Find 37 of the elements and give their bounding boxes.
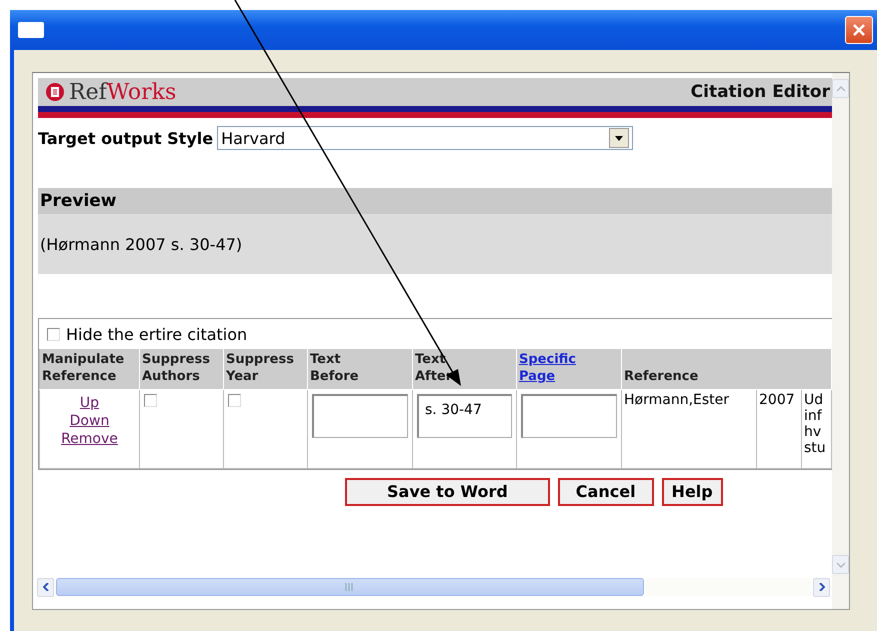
hide-checkbox[interactable] [47,328,60,341]
logo-text: RefWorks [69,80,176,104]
scroll-left-icon[interactable] [37,578,54,596]
reference-year: 2007 [759,392,796,408]
reference-author: Hørmann,Ester [624,392,730,408]
text-before-field[interactable] [312,394,408,438]
column-header: Reference [622,348,832,390]
column-header: Suppress Year [224,348,308,390]
close-button[interactable] [845,16,873,44]
logo-icon [46,83,64,101]
style-select[interactable]: Harvard [217,126,634,150]
action-link[interactable]: Up [44,394,135,412]
action-button[interactable]: Help [662,478,723,506]
reference-title: stu [804,440,827,456]
text-after-field[interactable]: s. 30-47 [417,394,512,438]
action-button[interactable]: Save to Word [345,478,550,506]
reference-title: Ud [804,392,824,408]
preview-heading: Preview [38,188,832,214]
preview-text: (Hørmann 2007 s. 30-47) [40,234,242,254]
suppress-year-checkbox[interactable] [228,394,241,407]
column-header: Suppress Authors [140,348,224,390]
style-label: Target output Style [38,128,214,148]
scroll-thumb[interactable] [56,578,644,596]
scroll-right-icon[interactable] [813,578,830,596]
window-icon [18,22,44,38]
hide-label: Hide the ertire citation [66,325,248,344]
close-icon [851,22,867,38]
page-title: Citation Editor [690,82,830,102]
column-header: Manipulate Reference [40,348,140,390]
action-link[interactable]: Remove [44,430,135,448]
suppress-authors-checkbox[interactable] [144,394,157,407]
reference-title: hv [804,424,822,440]
action-link[interactable]: Down [44,412,135,430]
page-field[interactable] [521,394,617,438]
column-header: Text Before [308,348,412,390]
reference-title: inf [804,408,823,424]
action-button[interactable]: Cancel [558,478,654,506]
